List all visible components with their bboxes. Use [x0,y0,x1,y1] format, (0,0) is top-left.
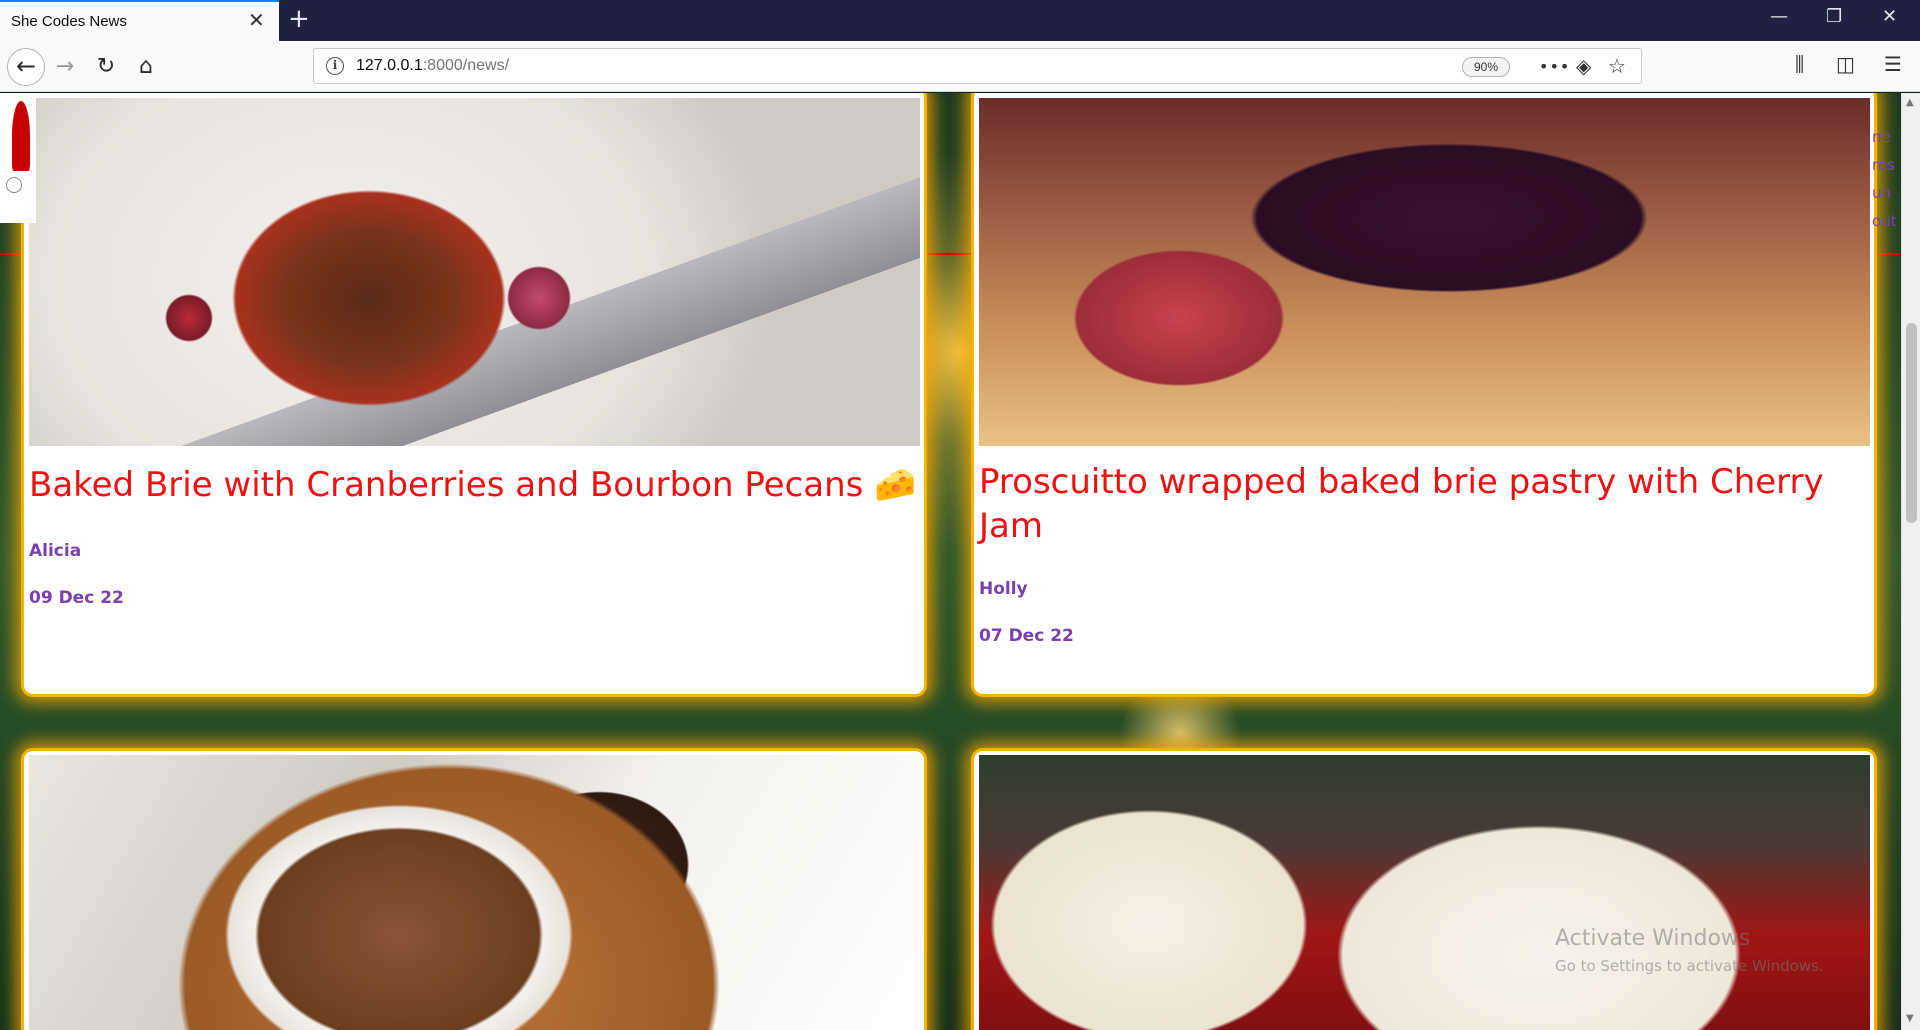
article-date: 09 Dec 22 [29,588,124,608]
site-info-icon[interactable]: i [326,57,344,75]
minimize-icon[interactable]: — [1770,7,1788,27]
page-actions-icon[interactable]: ••• [1539,56,1570,78]
santa-hat-decoration [0,93,36,223]
window-close-icon[interactable]: ✕ [1882,7,1897,27]
side-nav-item[interactable]: res [1872,151,1902,179]
watermark-line1: Activate Windows [1555,926,1751,951]
close-tab-icon[interactable]: ✕ [248,10,265,30]
library-icon[interactable]: ⫼ [1795,53,1804,75]
back-button[interactable]: ← [7,48,45,86]
article-image[interactable] [29,98,920,446]
article-image[interactable] [979,98,1870,446]
side-nav-item[interactable]: ne [1872,123,1902,151]
sidebar-icon[interactable]: ◫ [1836,53,1855,75]
bookmark-star-icon[interactable]: ☆ [1608,55,1626,77]
article-author: Alicia [29,541,82,561]
restore-icon[interactable]: ❐ [1826,7,1842,27]
url-text[interactable]: 127.0.0.1:8000/news/ [356,57,509,75]
article-card[interactable] [21,748,927,1030]
address-bar[interactable]: i 127.0.0.1:8000/news/ 90% ••• ◈ ☆ [313,48,1642,84]
side-nav-item[interactable]: out [1872,207,1902,235]
side-nav-item[interactable]: un [1872,179,1902,207]
pom-pom-shape [6,177,22,193]
article-card[interactable]: Baked Brie with Cranberries and Bourbon … [21,93,927,697]
home-button[interactable]: ⌂ [131,53,161,83]
page-content: Baked Brie with Cranberries and Bourbon … [0,93,1920,1030]
tab-she-codes-news[interactable]: She Codes News ✕ [0,0,279,41]
scroll-up-icon[interactable]: ▲ [1906,97,1914,108]
vertical-scrollbar[interactable]: ▲ ▼ [1901,93,1920,1030]
article-card[interactable]: Proscuitto wrapped baked brie pastry wit… [971,93,1877,697]
scroll-down-icon[interactable]: ▼ [1906,1013,1914,1024]
activate-windows-watermark: Activate Windows Go to Settings to activ… [1555,926,1824,975]
new-tab-icon[interactable]: + [288,5,310,33]
tab-strip: She Codes News ✕ + — ❐ ✕ [0,0,1920,41]
article-image[interactable] [29,755,920,1030]
watermark-line2: Go to Settings to activate Windows. [1555,957,1824,975]
tab-title: She Codes News [11,13,127,30]
article-author: Holly [979,579,1028,599]
article-image[interactable] [979,755,1870,1030]
article-title[interactable]: Proscuitto wrapped baked brie pastry wit… [979,460,1839,548]
article-date: 07 Dec 22 [979,626,1074,646]
reload-button[interactable]: ↻ [91,53,121,83]
side-nav-text[interactable]: ne res un out [1872,123,1902,235]
navigation-bar: ← → ↻ ⌂ i 127.0.0.1:8000/news/ 90% ••• ◈… [0,41,1920,92]
pocket-icon[interactable]: ◈ [1576,55,1591,77]
hat-shape [12,101,30,171]
article-title[interactable]: Baked Brie with Cranberries and Bourbon … [29,463,924,507]
forward-button[interactable]: → [50,53,80,83]
zoom-level-badge[interactable]: 90% [1462,57,1510,77]
scroll-thumb[interactable] [1906,323,1917,523]
menu-icon[interactable]: ☰ [1884,53,1902,75]
article-card[interactable] [971,748,1877,1030]
